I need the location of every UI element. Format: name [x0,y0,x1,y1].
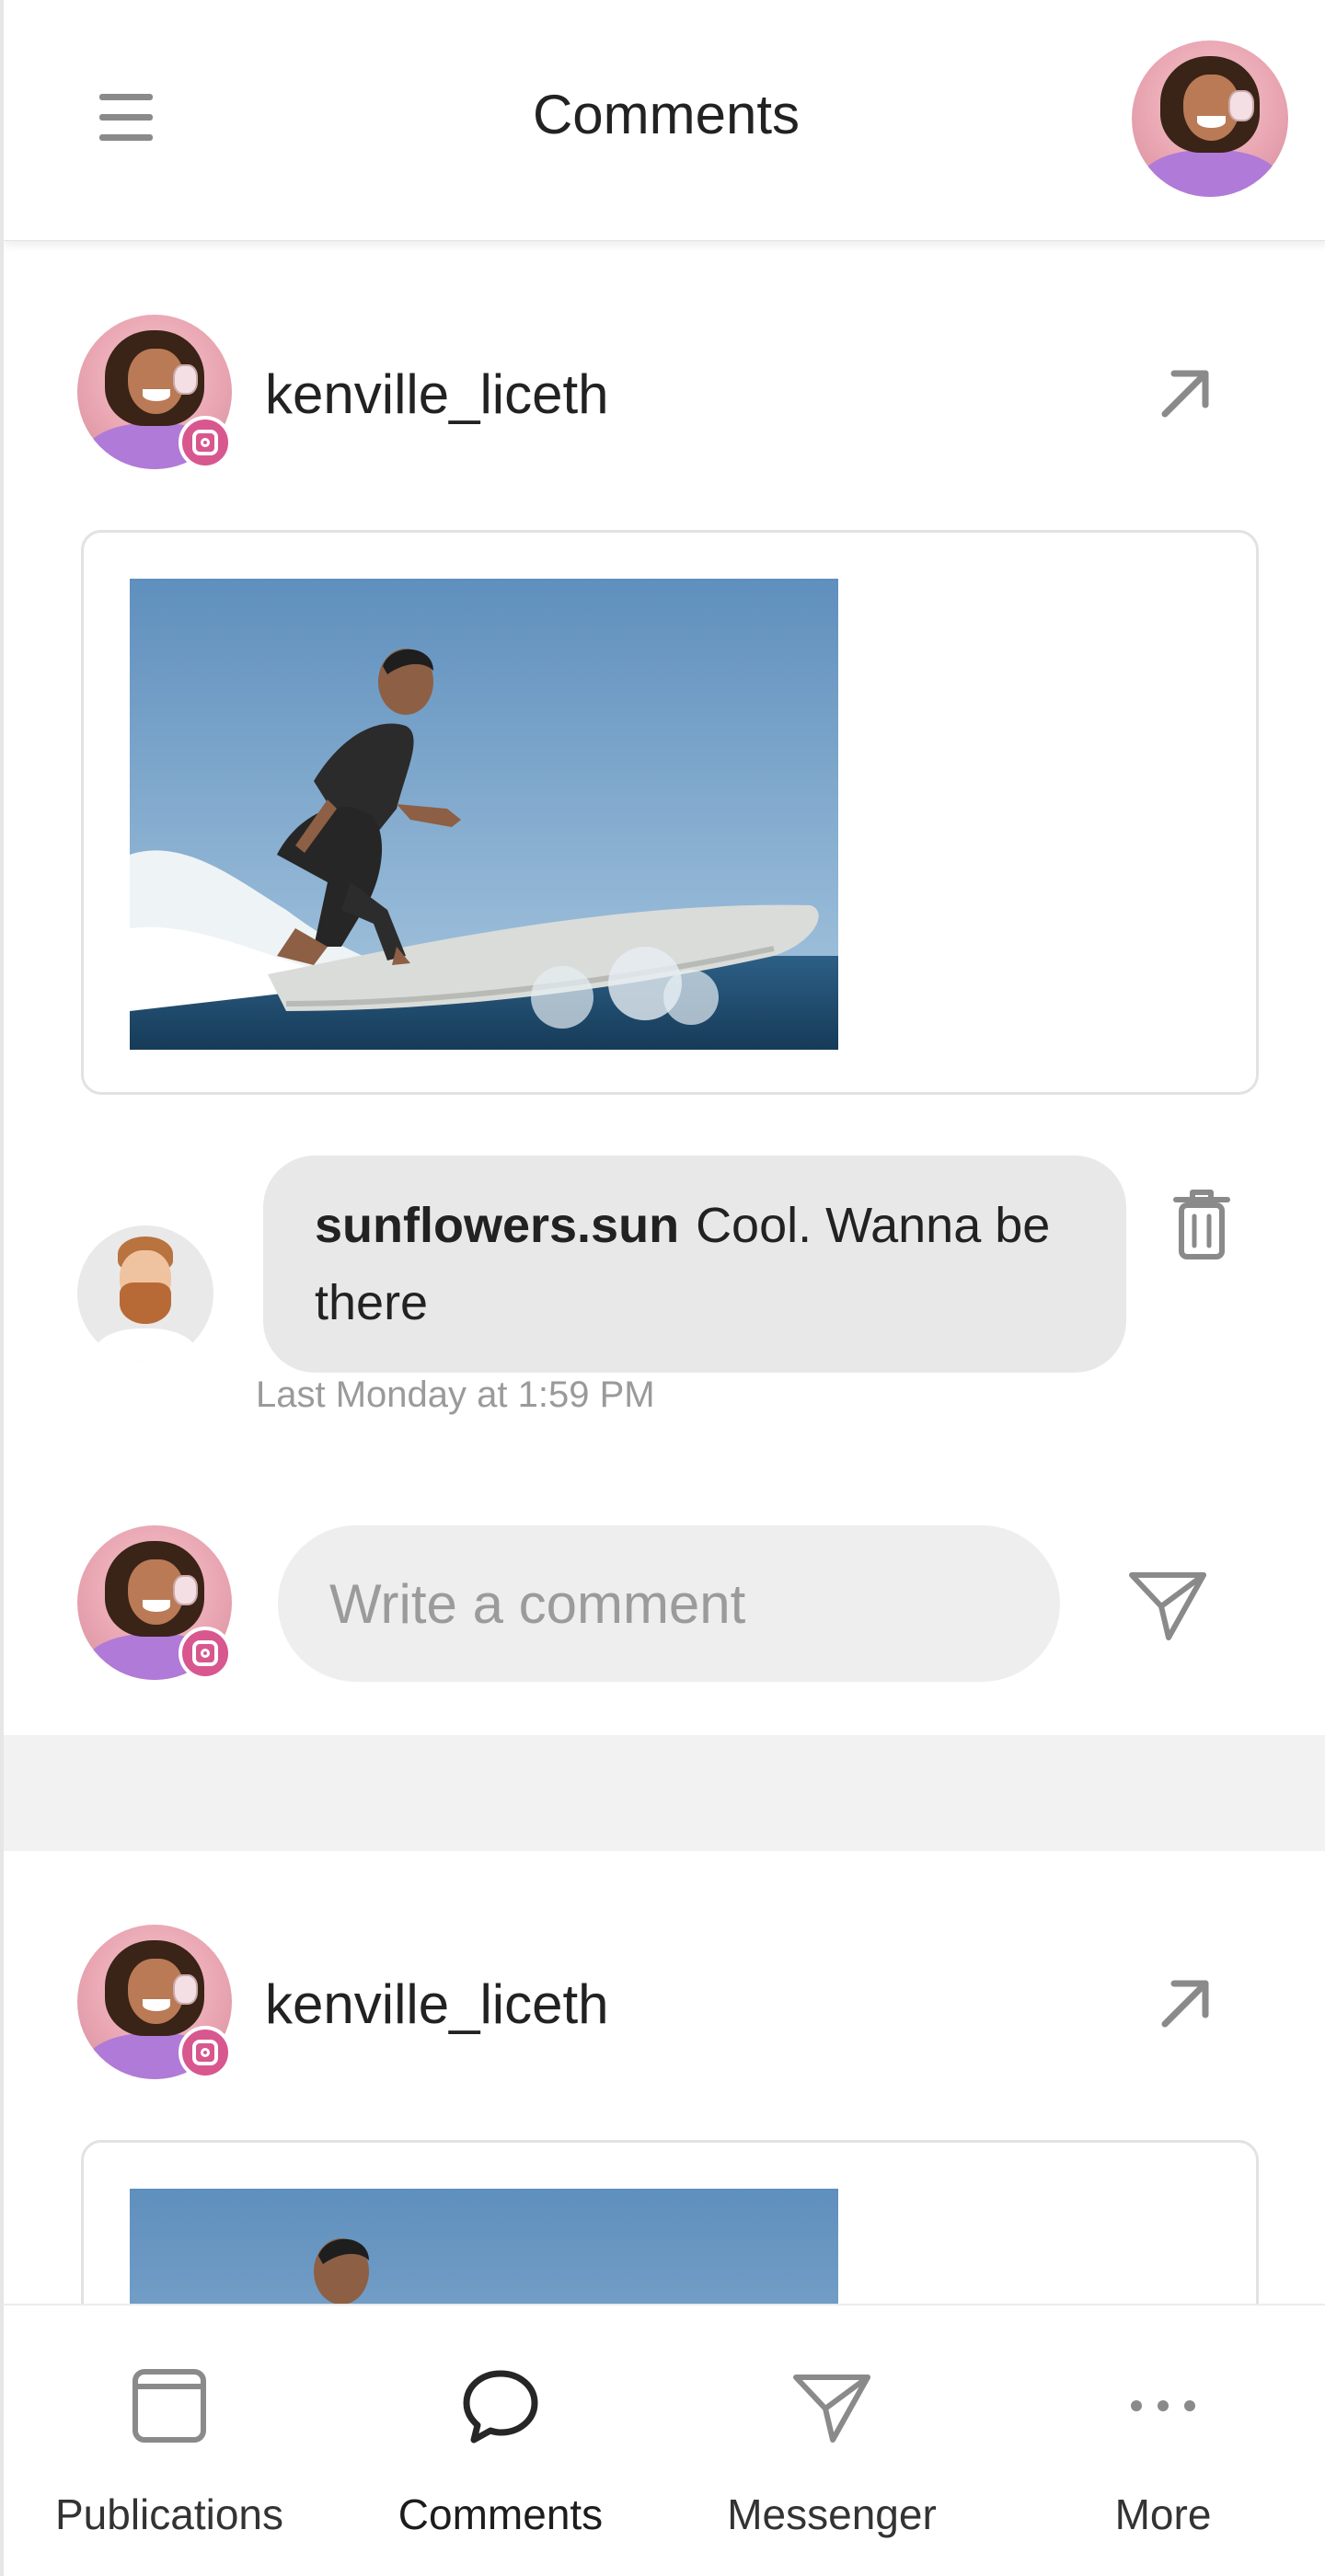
speech-bubble-icon [459,2364,542,2447]
author-avatar[interactable] [77,1925,236,2083]
nav-comments[interactable]: Comments [335,2306,666,2576]
nav-label: Publications [54,2490,284,2538]
arrow-up-right-icon[interactable] [1154,1971,1218,2035]
comment-timestamp: Last Monday at 1:59 PM [256,1374,655,1415]
comment-bubble: sunflowers.sun Cool. Wanna be there [263,1156,1126,1373]
surfer-photo[interactable] [130,579,838,1050]
paper-plane-icon [790,2364,873,2447]
trash-icon[interactable] [1169,1187,1235,1262]
nav-messenger[interactable]: Messenger [666,2306,997,2576]
nav-label: More [1114,2490,1212,2538]
user-avatar[interactable] [1132,40,1288,197]
comment-author[interactable]: sunflowers.sun [315,1198,679,1253]
send-icon[interactable] [1126,1566,1209,1643]
nav-more[interactable]: More [997,2306,1325,2576]
comment-input[interactable] [278,1525,1060,1682]
post-author-name[interactable]: kenville_liceth [265,362,609,426]
post-header: kenville_liceth [77,1925,1255,2081]
app-root: Comments kenville_liceth sunflowers.sun … [0,0,1325,2576]
post-media-frame [81,530,1259,1095]
comment-composer [77,1525,1255,1684]
instagram-icon [179,1627,232,1680]
top-header: Comments [4,0,1325,241]
comment-item: sunflowers.sun Cool. Wanna be there Last … [77,1156,1255,1415]
author-avatar[interactable] [77,315,236,473]
post-header: kenville_liceth [77,315,1255,471]
post-author-name[interactable]: kenville_liceth [265,1972,609,2036]
page-title: Comments [532,84,801,145]
instagram-icon [179,2026,232,2079]
post-card: kenville_liceth [4,241,1325,1735]
nav-publications[interactable]: Publications [4,2306,335,2576]
bottom-navigation: Publications Comments Messenger More [4,2304,1325,2576]
ellipsis-icon [1122,2364,1204,2447]
nav-label: Comments [398,2490,604,2538]
window-icon [128,2364,211,2447]
composer-avatar [77,1525,236,1684]
arrow-up-right-icon[interactable] [1154,361,1218,425]
instagram-icon [179,416,232,469]
commenter-avatar[interactable] [77,1225,213,1362]
nav-label: Messenger [727,2490,937,2538]
